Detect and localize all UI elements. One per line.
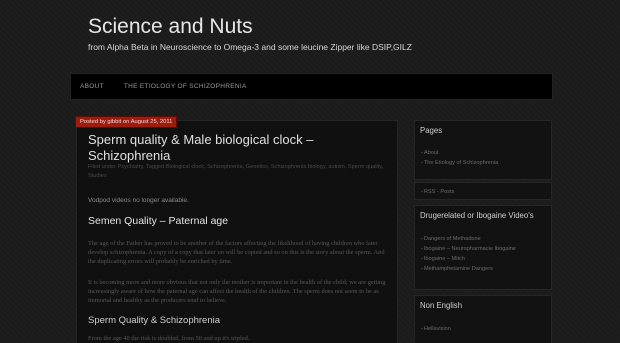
widget-pages: Pages About The Etiology of Schizophreni… bbox=[414, 120, 552, 180]
video-notice: Vodpod videos no longer available. bbox=[88, 197, 189, 204]
drug-video-item[interactable]: Ibogaine – Mitch bbox=[421, 254, 516, 264]
pages-item-about[interactable]: About bbox=[421, 148, 498, 158]
rss-posts-link[interactable]: RSS - Posts bbox=[421, 187, 454, 197]
paragraph-risk: From the age 40 the risk is doubled, fro… bbox=[88, 335, 250, 342]
non-english-list: Hellavision bbox=[421, 324, 451, 334]
drug-video-item[interactable]: Dangers of Methadone bbox=[421, 234, 516, 244]
non-english-item[interactable]: Hellavision bbox=[421, 324, 451, 334]
widget-title-pages: Pages bbox=[420, 126, 443, 135]
pages-list: About The Etiology of Schizophrenia bbox=[421, 148, 498, 168]
drug-videos-list: Dangers of Methadone Ibogaine – Neuropha… bbox=[421, 234, 516, 274]
main-nav: ABOUT THE ETIOLOGY OF SCHIZOPHRENIA bbox=[70, 73, 553, 100]
nav-item-etiology-of-schizophrenia[interactable]: THE ETIOLOGY OF SCHIZOPHRENIA bbox=[114, 83, 257, 90]
widget-non-english: Non English Hellavision bbox=[414, 295, 552, 343]
widget-drug-videos: Drugerelated or Ibogaine Video's Dangers… bbox=[414, 205, 552, 290]
posted-badge: Posted by gibbit on August 25, 2011 bbox=[75, 116, 178, 128]
drug-video-item[interactable]: Methamphetamine Dangers bbox=[421, 264, 516, 274]
widget-rss: RSS - Posts bbox=[414, 182, 552, 200]
paragraph-paternal-age: The age of the Father has proved to be a… bbox=[88, 240, 385, 265]
drug-video-item[interactable]: Ibogaine – Neuropharmacie Ibogaine bbox=[421, 244, 516, 254]
rss-list: RSS - Posts bbox=[421, 187, 454, 197]
site-description: from Alpha Beta in Neuroscience to Omega… bbox=[88, 42, 412, 52]
nav-item-about[interactable]: ABOUT bbox=[71, 83, 114, 90]
post-meta: Filed under Psychiatry, Tagged Biologica… bbox=[88, 164, 384, 179]
section-heading-semen-quality: Semen Quality – Paternal age bbox=[88, 215, 229, 227]
paragraph-mother-health: It is becoming more and more obvious tha… bbox=[88, 279, 386, 304]
widget-title-drug-videos: Drugerelated or Ibogaine Video's bbox=[420, 211, 534, 220]
site-title[interactable]: Science and Nuts bbox=[88, 15, 253, 39]
pages-item-etiology[interactable]: The Etiology of Schizophrenia bbox=[421, 158, 498, 168]
post-title[interactable]: Sperm quality & Male biological clock – … bbox=[88, 132, 388, 164]
section-heading-sperm-quality: Sperm Quality & Schizophrenia bbox=[88, 315, 221, 326]
widget-title-non-english: Non English bbox=[420, 301, 463, 310]
